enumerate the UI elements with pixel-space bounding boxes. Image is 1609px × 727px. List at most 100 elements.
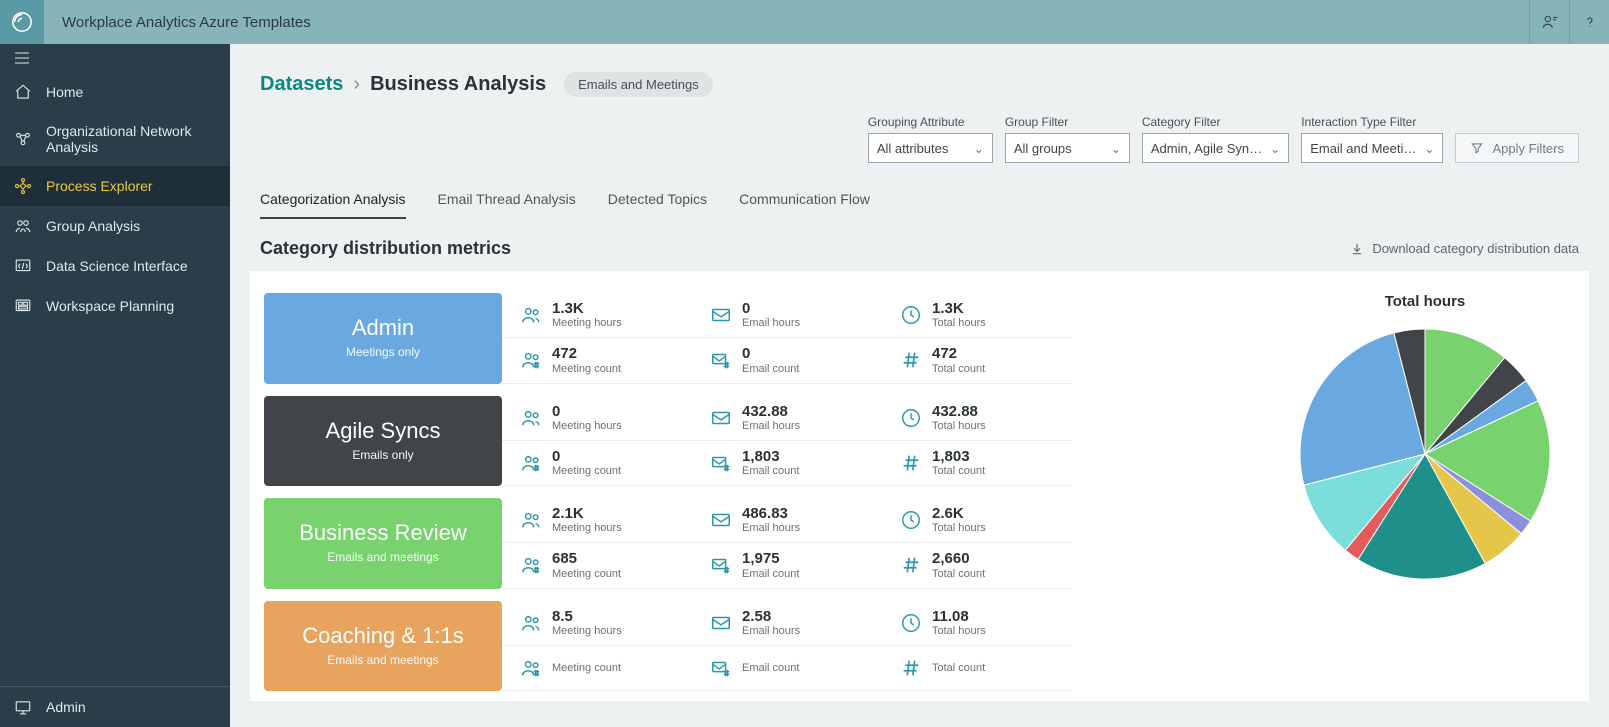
sidebar-item-data-science[interactable]: Data Science Interface [0, 246, 230, 286]
metric-value: 685 [552, 550, 621, 567]
apply-filters-label: Apply Filters [1492, 141, 1564, 156]
grouping-attribute-select[interactable]: All attributes [868, 133, 993, 163]
category-name: Coaching & 1:1s [302, 625, 463, 647]
metric-total-hours: 432.88Total hours [882, 396, 1072, 441]
mail-hash-icon [710, 452, 732, 474]
metric-label: Email count [742, 662, 799, 675]
people-hash-icon [520, 554, 542, 576]
metric-total-hours: 11.08Total hours [882, 601, 1072, 646]
sidebar-item-label: Home [46, 84, 83, 100]
metric-meeting-hours: 2.1KMeeting hours [502, 498, 692, 543]
filter-label: Grouping Attribute [868, 115, 993, 129]
filter-value: Admin, Agile Syn… [1151, 141, 1262, 156]
chevron-down-icon [1270, 141, 1280, 156]
metric-label: Email hours [742, 317, 800, 330]
metric-label: Meeting hours [552, 420, 622, 433]
category-row: Agile SyncsEmails only 0 Meeting hours 43… [264, 396, 1275, 487]
metric-label: Meeting hours [552, 522, 622, 535]
category-name: Business Review [299, 522, 467, 544]
metric-label: Total hours [932, 317, 986, 330]
metric-total-hours: 2.6KTotal hours [882, 498, 1072, 543]
category-row: AdminMeetings only 1.3KMeeting hours 0Em… [264, 293, 1275, 384]
category-name: Agile Syncs [326, 420, 441, 442]
metric-value: 1.3K [932, 300, 986, 317]
metric-email-hours: 486.83Email hours [692, 498, 882, 543]
metric-meeting-count: 0Meeting count [502, 441, 692, 486]
category-card[interactable]: Admin Meetings only [264, 293, 502, 384]
metric-label: Meeting hours [552, 625, 622, 638]
metric-total-count: 472Total count [882, 338, 1072, 383]
metric-meeting-count: 472Meeting count [502, 338, 692, 383]
sidebar-item-label: Organizational Network Analysis [46, 123, 216, 155]
sidebar-item-process-explorer[interactable]: Process Explorer [0, 166, 230, 206]
metric-value: 2.58 [742, 608, 800, 625]
sidebar-item-home[interactable]: Home [0, 72, 230, 112]
tab-communication-flow[interactable]: Communication Flow [739, 185, 870, 218]
tab-email-thread-analysis[interactable]: Email Thread Analysis [438, 185, 576, 218]
metric-label: Email hours [742, 522, 800, 535]
metric-value: 2.6K [932, 505, 986, 522]
metric-value: 8.5 [552, 608, 622, 625]
filter-value: All attributes [877, 141, 949, 156]
download-icon [1350, 242, 1364, 256]
people-icon [520, 612, 542, 634]
app-logo [0, 0, 44, 44]
interaction-type-filter-select[interactable]: Email and Meeti… [1301, 133, 1443, 163]
metric-total-count: Total count [882, 646, 1072, 691]
chevron-down-icon [1424, 141, 1434, 156]
filter-label: Group Filter [1005, 115, 1130, 129]
metric-label: Email count [742, 363, 799, 376]
mail-hash-icon [710, 657, 732, 679]
group-filter-select[interactable]: All groups [1005, 133, 1130, 163]
metric-label: Meeting count [552, 568, 621, 581]
category-name: Admin [352, 317, 414, 339]
download-data-link[interactable]: Download category distribution data [1350, 241, 1579, 256]
metric-label: Email hours [742, 625, 800, 638]
sidebar-item-label: Process Explorer [46, 178, 153, 194]
help-icon[interactable] [1569, 0, 1609, 44]
metric-value: 432.88 [742, 403, 800, 420]
category-card[interactable]: Coaching & 1:1sEmails and meetings [264, 601, 502, 692]
section-title: Category distribution metrics [260, 238, 511, 259]
tab-categorization-analysis[interactable]: Categorization Analysis [260, 185, 406, 219]
mail-icon [710, 407, 732, 429]
sidebar-item-admin[interactable]: Admin [0, 687, 230, 727]
metric-value: 1,803 [932, 448, 985, 465]
category-subtitle: Emails and meetings [327, 550, 438, 564]
hash-icon [900, 349, 922, 371]
tab-detected-topics[interactable]: Detected Topics [608, 185, 707, 218]
breadcrumb-root[interactable]: Datasets [260, 73, 343, 96]
chevron-down-icon [974, 141, 984, 156]
sidebar-item-group-analysis[interactable]: Group Analysis [0, 206, 230, 246]
metric-label: Meeting count [552, 662, 621, 675]
metric-value: 0 [742, 345, 799, 362]
people-icon [520, 304, 542, 326]
app-title: Workplace Analytics Azure Templates [44, 14, 311, 31]
category-card[interactable]: Agile SyncsEmails only [264, 396, 502, 487]
category-card[interactable]: Business Review Emails and meetings [264, 498, 502, 589]
people-hash-icon [520, 349, 542, 371]
people-hash-icon [520, 452, 542, 474]
clock-icon [900, 509, 922, 531]
feedback-icon[interactable] [1529, 0, 1569, 44]
menu-toggle-icon[interactable] [0, 44, 230, 72]
metric-value: 472 [552, 345, 621, 362]
metric-value: 472 [932, 345, 985, 362]
filter-bar: Grouping Attribute All attributes Group … [230, 107, 1609, 173]
metric-value: 2.1K [552, 505, 622, 522]
hash-icon [900, 554, 922, 576]
category-filter-select[interactable]: Admin, Agile Syn… [1142, 133, 1289, 163]
people-hash-icon [520, 657, 542, 679]
metric-total-count: 1,803Total count [882, 441, 1072, 486]
apply-filters-button[interactable]: Apply Filters [1455, 133, 1579, 163]
metric-value: 432.88 [932, 403, 986, 420]
sidebar-item-ona[interactable]: Organizational Network Analysis [0, 112, 230, 166]
category-subtitle: Meetings only [346, 345, 420, 359]
total-hours-pie-chart [1295, 324, 1555, 584]
sidebar: Home Organizational Network Analysis Pro… [0, 44, 230, 727]
people-icon [520, 509, 542, 531]
clock-icon [900, 612, 922, 634]
sidebar-item-workspace-planning[interactable]: Workspace Planning [0, 286, 230, 326]
metric-value: 0 [552, 448, 621, 465]
metric-meeting-hours: 8.5Meeting hours [502, 601, 692, 646]
